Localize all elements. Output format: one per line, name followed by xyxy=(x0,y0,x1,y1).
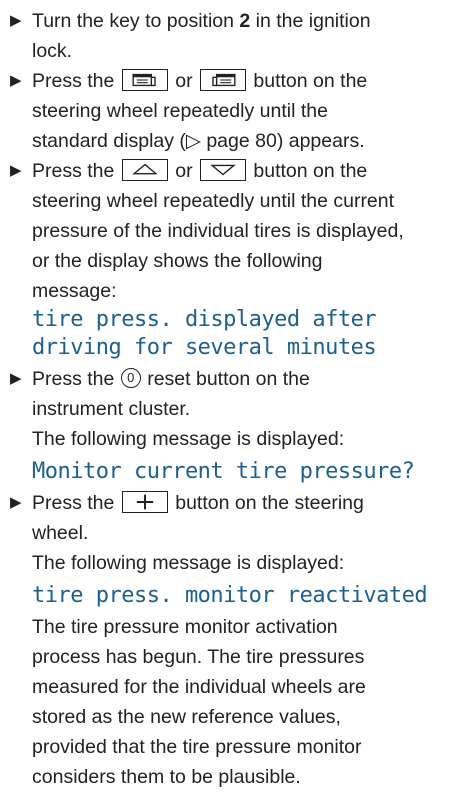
bullet-arrow-icon: ▶ xyxy=(10,72,22,89)
bullet-arrow-icon: ▶ xyxy=(10,494,22,511)
step-2-line-3: standard display (▷ page 80) appears. xyxy=(32,130,365,152)
step-4-line-2: instrument cluster. xyxy=(32,398,191,420)
bullet-arrow-icon: ▶ xyxy=(10,370,22,387)
step-5-line-3: The following message is displayed: xyxy=(32,552,345,574)
display-prev-icon xyxy=(121,68,168,91)
instruction-page: ▶ Turn the key to position 2 in the igni… xyxy=(0,0,464,808)
bullet-arrow-icon: ▶ xyxy=(10,162,22,179)
step-1-line-2: lock. xyxy=(32,40,73,62)
plus-icon xyxy=(121,490,168,513)
up-arrow-icon xyxy=(121,158,168,181)
step-4-line-3: The following message is displayed: xyxy=(32,428,345,450)
step-3-line-4: or the display shows the following xyxy=(32,250,323,272)
step-2-line-2: steering wheel repeatedly until the xyxy=(32,100,328,122)
closing-paragraph: The tire pressure monitor activation pro… xyxy=(32,616,366,788)
step-5-line-1: Press the button on the steering xyxy=(32,490,364,514)
step-3-line-5: message: xyxy=(32,280,117,302)
step-3-line-1: Press the or button on the xyxy=(32,158,368,182)
step-5-line-2: wheel. xyxy=(32,522,89,544)
step-3: ▶ Press the or button on the steering wh… xyxy=(10,156,454,306)
display-message: Monitor current tire pressure? xyxy=(32,459,415,484)
step-5: ▶ Press the button on the steering wheel… xyxy=(10,488,454,578)
step-3-line-3: pressure of the individual tires is disp… xyxy=(32,220,404,242)
step-2: ▶ Press the or button on the steering wh… xyxy=(10,66,454,156)
step-4: ▶ Press the 0 reset button on the instru… xyxy=(10,364,454,454)
step-2-line-1: Press the or button on the xyxy=(32,68,368,92)
step-1-line-1: Turn the key to position 2 in the igniti… xyxy=(32,10,371,32)
bullet-arrow-icon: ▶ xyxy=(10,12,22,29)
down-arrow-icon xyxy=(199,158,246,181)
step-4-line-1: Press the 0 reset button on the xyxy=(32,368,310,390)
display-message: tire press. monitor reactivated xyxy=(32,583,428,608)
display-message-line-1: tire press. displayed after xyxy=(32,307,377,332)
step-3-line-2: steering wheel repeatedly until the curr… xyxy=(32,190,395,212)
reset-button-icon: 0 xyxy=(120,368,141,389)
display-message-line-2: driving for several minutes xyxy=(32,335,377,360)
display-next-icon xyxy=(199,68,246,91)
ignition-position: 2 xyxy=(239,10,251,32)
step-1: ▶ Turn the key to position 2 in the igni… xyxy=(10,6,454,66)
